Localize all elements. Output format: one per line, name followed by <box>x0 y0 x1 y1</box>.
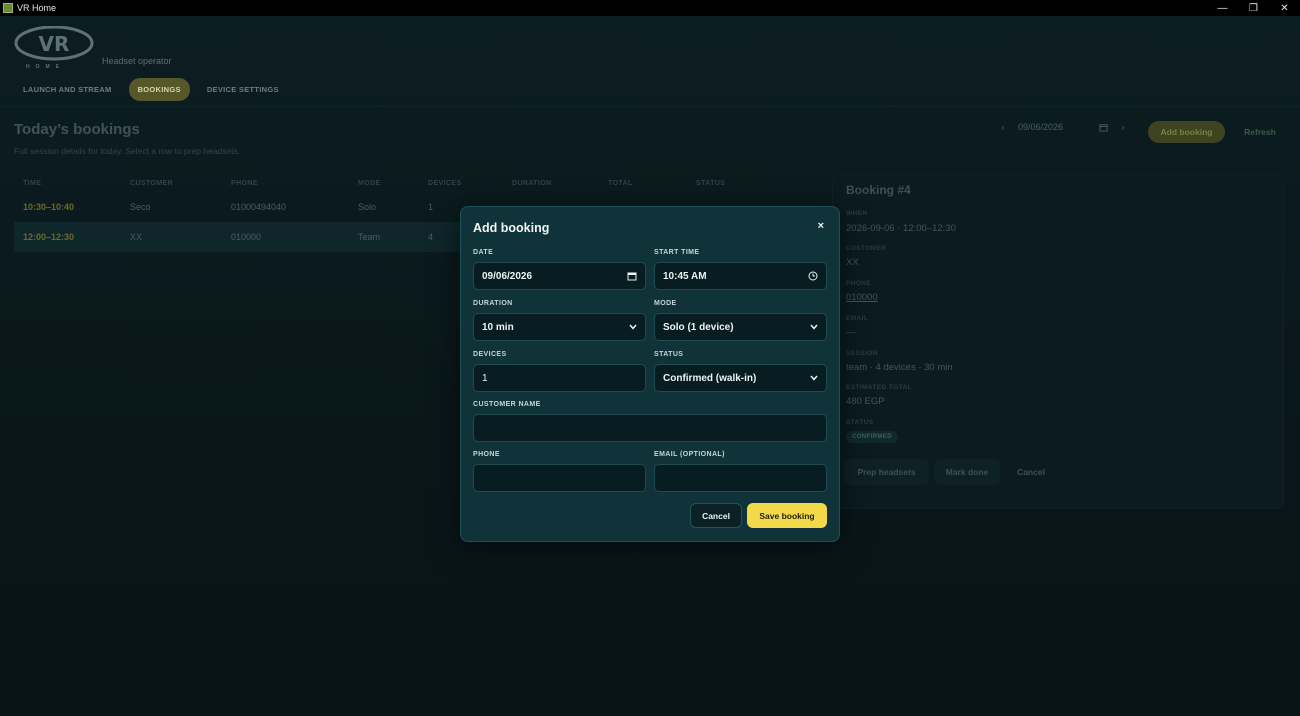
start-time-label: START TIME <box>654 249 700 256</box>
operator-label: Headset operator <box>102 56 172 66</box>
detail-total: 480 EGP <box>846 396 885 407</box>
customer-name-label: CUSTOMER NAME <box>473 401 541 408</box>
page-title: Today’s bookings <box>14 121 140 138</box>
prev-day-button[interactable]: ‹ <box>996 122 1010 132</box>
col-duration: DURATION <box>512 179 552 187</box>
app-root: VR HOME Headset operator LAUNCH AND STRE… <box>0 16 1300 716</box>
cell-mode: Solo <box>358 202 377 212</box>
cancel-button[interactable]: Cancel <box>690 503 742 528</box>
tab-device-settings[interactable]: DEVICE SETTINGS <box>198 78 288 101</box>
devices-label: DEVICES <box>473 351 507 358</box>
app-icon <box>3 3 13 13</box>
prep-headsets-button[interactable]: Prep headsets <box>844 459 929 485</box>
phone-label: PHONE <box>473 451 500 458</box>
status-badge: CONFIRMED <box>846 431 898 443</box>
cancel-booking-button[interactable]: Cancel <box>1005 459 1057 485</box>
next-day-button[interactable]: › <box>1116 122 1130 132</box>
window-controls: — ❐ ✕ <box>1207 0 1300 16</box>
detail-customer-label: CUSTOMER <box>846 245 887 252</box>
date-label: DATE <box>473 249 494 256</box>
col-mode: MODE <box>358 179 381 187</box>
detail-title: Booking #4 <box>846 183 911 197</box>
col-devices: DEVICES <box>428 179 462 187</box>
col-status: STATUS <box>696 179 726 187</box>
detail-when-label: WHEN <box>846 210 868 217</box>
clock-icon <box>808 271 818 281</box>
date-value: 09/06/2026 <box>1018 122 1064 132</box>
col-time: TIME <box>23 179 42 187</box>
date-field-value: 09/06/2026 <box>482 270 533 282</box>
detail-session-label: SESSION <box>846 350 878 357</box>
add-booking-dialog: Add booking × DATE 09/06/2026 START TIME… <box>460 206 840 542</box>
date-field[interactable]: 09/06/2026 <box>473 262 646 290</box>
main-tabs: LAUNCH AND STREAM BOOKINGS DEVICE SETTIN… <box>14 78 288 101</box>
cell-phone: 01000494040 <box>231 202 287 212</box>
email-input[interactable] <box>654 464 827 492</box>
detail-email: — <box>846 327 856 338</box>
logo-text: VR <box>39 32 70 56</box>
close-icon[interactable]: × <box>818 220 824 232</box>
table-header: TIME CUSTOMER PHONE MODE DEVICES DURATIO… <box>14 174 810 192</box>
mark-done-button[interactable]: Mark done <box>934 459 1000 485</box>
mode-label: MODE <box>654 300 677 307</box>
cell-customer: XX <box>130 232 143 242</box>
page-subtitle: Full session details for today. Select a… <box>14 146 241 156</box>
mode-value: Solo (1 device) <box>663 321 734 333</box>
col-customer: CUSTOMER <box>130 179 174 187</box>
detail-email-label: EMAIL <box>846 315 869 322</box>
status-label: STATUS <box>654 351 684 358</box>
chevron-down-icon <box>629 324 637 330</box>
cell-customer: Seco <box>130 202 151 212</box>
start-time-value: 10:45 AM <box>663 270 707 282</box>
customer-name-input[interactable] <box>473 414 827 442</box>
col-phone: PHONE <box>231 179 258 187</box>
cell-time: 12:00–12:30 <box>23 232 75 242</box>
devices-input[interactable]: 1 <box>473 364 646 392</box>
cell-mode: Team <box>358 232 381 242</box>
restore-button[interactable]: ❐ <box>1238 0 1269 16</box>
detail-customer: XX <box>846 257 859 268</box>
window-titlebar: VR Home — ❐ ✕ <box>0 0 1300 16</box>
phone-input[interactable] <box>473 464 646 492</box>
devices-value: 1 <box>482 372 488 384</box>
detail-total-label: ESTIMATED TOTAL <box>846 384 912 391</box>
chevron-down-icon <box>810 375 818 381</box>
duration-value: 10 min <box>482 321 514 333</box>
status-value: Confirmed (walk-in) <box>663 372 757 384</box>
detail-session: team · 4 devices · 30 min <box>846 362 953 373</box>
refresh-button[interactable]: Refresh <box>1240 121 1280 143</box>
dialog-title: Add booking <box>473 221 550 235</box>
logo-subtitle: HOME <box>26 64 65 70</box>
close-window-button[interactable]: ✕ <box>1269 0 1300 16</box>
save-booking-button[interactable]: Save booking <box>747 503 827 528</box>
cell-time: 10:30–10:40 <box>23 202 75 212</box>
col-total: TOTAL <box>608 179 633 187</box>
detail-phone-label: PHONE <box>846 280 872 287</box>
tab-launch-and-stream[interactable]: LAUNCH AND STREAM <box>14 78 121 101</box>
date-navigator: ‹ 09/06/2026 › <box>996 122 1130 132</box>
duration-label: DURATION <box>473 300 513 307</box>
vr-home-logo: VR <box>14 26 94 61</box>
start-time-field[interactable]: 10:45 AM <box>654 262 827 290</box>
booking-detail-panel: Booking #4 WHEN 2026-09-06 · 12:00–12:30… <box>832 174 1284 509</box>
calendar-icon <box>1099 123 1108 132</box>
status-select[interactable]: Confirmed (walk-in) <box>654 364 827 392</box>
cell-phone: 010000 <box>231 232 262 242</box>
detail-phone-link[interactable]: 010000 <box>846 292 878 303</box>
detail-when: 2026-09-06 · 12:00–12:30 <box>846 223 956 234</box>
tab-bookings[interactable]: BOOKINGS <box>128 78 190 101</box>
calendar-icon <box>627 272 637 281</box>
date-picker[interactable]: 09/06/2026 <box>1018 122 1108 132</box>
chevron-down-icon <box>810 324 818 330</box>
detail-status-label: STATUS <box>846 419 874 426</box>
email-label: EMAIL (OPTIONAL) <box>654 451 725 458</box>
header-divider <box>0 106 1300 107</box>
add-booking-button[interactable]: Add booking <box>1148 121 1225 143</box>
minimize-button[interactable]: — <box>1207 0 1238 16</box>
duration-select[interactable]: 10 min <box>473 313 646 341</box>
window-title: VR Home <box>17 3 57 13</box>
mode-select[interactable]: Solo (1 device) <box>654 313 827 341</box>
